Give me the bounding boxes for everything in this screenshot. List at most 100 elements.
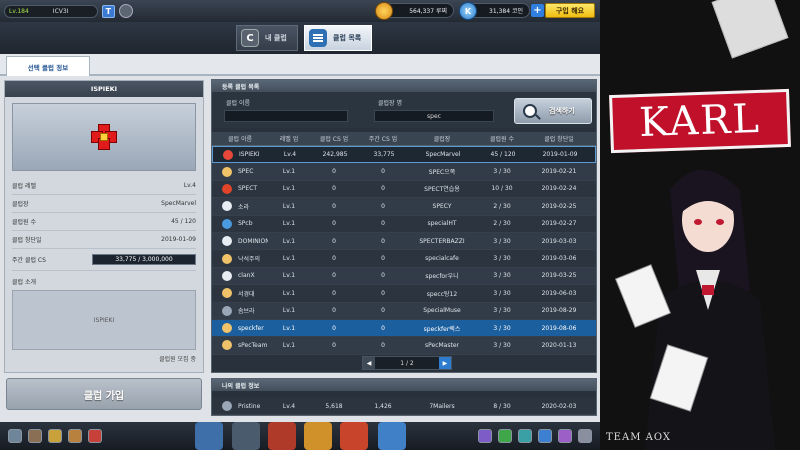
table-row[interactable]: SPcb Lv.1 0 0 specialHT 2 / 30 2019-02-27 <box>212 215 596 233</box>
garage-icon[interactable] <box>268 422 296 450</box>
main-tab-row: C 내 클럽 클럽 목록 <box>0 22 600 54</box>
club-cs-cell: 0 <box>332 220 336 228</box>
club-date-cell: 2019-03-03 <box>541 237 577 245</box>
club-master-cell: speckfer렉스 <box>423 325 461 333</box>
table-row[interactable]: sPecTeam Lv.1 0 0 sPecMaster 3 / 30 2020-01-13 <box>212 337 596 355</box>
lucci-display: 564,337 루찌 <box>375 2 454 20</box>
my-club-row[interactable]: Pristine Lv.4 5,618 1,426 7Mailers 8 / 3… <box>212 398 596 416</box>
club-emblem-icon <box>222 236 232 247</box>
join-club-button[interactable]: 클럽 가입 <box>6 378 202 410</box>
club-master-cell: SPEC으쪽 <box>428 169 456 177</box>
mail-icon[interactable] <box>88 429 102 443</box>
coin-amount: 31,384 코인 <box>489 8 523 15</box>
club-date-cell: 2019-02-24 <box>541 185 577 193</box>
chat-icon[interactable] <box>48 429 62 443</box>
inventory-icon[interactable] <box>68 429 82 443</box>
club-emblem-icon <box>222 201 232 212</box>
search-button[interactable]: 검색하기 <box>514 98 592 124</box>
club-cs-cell: 242,985 <box>322 151 348 159</box>
club-master-cell: specialcafe <box>425 255 459 263</box>
event-icon[interactable] <box>478 429 492 443</box>
table-row[interactable]: 소라 Lv.1 0 0 SPECY 2 / 30 2019-02-25 <box>212 198 596 216</box>
ranking-icon[interactable] <box>558 429 572 443</box>
tab-club-list-label: 클럽 목록 <box>333 34 362 42</box>
club-weekly-cell: 0 <box>381 324 385 332</box>
table-row[interactable]: ISPIEKI Lv.4 242,985 33,775 SpecMarvel 45 / 1… <box>212 146 596 164</box>
club-members-cell: 3 / 30 <box>493 237 511 245</box>
master-name-label: 클럽장 명 <box>378 100 402 107</box>
search-icon <box>523 104 537 118</box>
club-cs-cell: 0 <box>332 272 336 280</box>
tab-my-club-label: 내 클럽 <box>265 34 287 42</box>
club-name-text: ISPIEKI <box>239 151 260 159</box>
club-level-cell: Lv.1 <box>282 220 296 228</box>
info-row-members: 클럽원 수 45 / 120 <box>12 213 196 231</box>
settings-cube-icon[interactable] <box>118 4 133 18</box>
club-list-panel: 등록 클럽 목록 클럽 이름 클럽장 명 spec 검색하기 클럽 이름 레벨 … <box>211 79 597 373</box>
table-row[interactable]: 솜브라 Lv.1 0 0 SpecialMuse 3 / 30 2019-08-29 <box>212 302 596 320</box>
my-club-members: 8 / 30 <box>493 402 511 410</box>
alert-icon[interactable] <box>498 429 512 443</box>
table-row[interactable]: speckfer Lv.1 0 0 speckfer렉스 3 / 30 2019-08-06 <box>212 319 596 338</box>
shop-icon[interactable] <box>304 422 332 450</box>
list-icon <box>309 29 327 47</box>
buy-button[interactable]: 구입 해요 <box>545 3 595 18</box>
master-name-input[interactable]: spec <box>374 110 494 122</box>
club-members-cell: 3 / 30 <box>493 289 511 297</box>
club-emblem-icon <box>222 183 232 194</box>
next-page-button[interactable]: ▶ <box>438 357 451 369</box>
tab-selected-club-info[interactable]: 선택 클럽 정보 <box>6 56 90 76</box>
add-coin-button[interactable]: + <box>531 4 544 17</box>
table-row[interactable]: 낙석주의 Lv.1 0 0 specialcafe 3 / 30 2019-03-06 <box>212 250 596 268</box>
tab-my-club[interactable]: C 내 클럽 <box>236 25 298 51</box>
toolbox-icon[interactable] <box>340 422 368 450</box>
community-icon[interactable] <box>538 429 552 443</box>
club-level-cell: Lv.1 <box>282 255 296 263</box>
info-label: 클럽원 수 <box>12 219 36 226</box>
info-label: 클럽장 <box>12 201 29 208</box>
friends-icon[interactable] <box>518 429 532 443</box>
club-level-cell: Lv.1 <box>282 307 296 315</box>
club-name-cell: speckfer <box>212 323 268 334</box>
kart-icon[interactable] <box>195 422 223 450</box>
table-row[interactable]: SPEC Lv.1 0 0 SPEC으쪽 3 / 30 2019-02-21 <box>212 163 596 181</box>
club-members-cell: 2 / 30 <box>493 202 511 210</box>
club-weekly-cell: 0 <box>381 307 385 315</box>
club-level-cell: Lv.1 <box>282 341 296 349</box>
club-name-text: SPECT <box>238 185 258 193</box>
club-name-cell: ISPIEKI <box>213 149 269 160</box>
club-master-cell: SPECT연습용 <box>424 186 460 194</box>
prev-page-button[interactable]: ◀ <box>363 357 375 369</box>
table-row[interactable]: 서경대 Lv.1 0 0 specc탕12 3 / 30 2019-06-03 <box>212 285 596 303</box>
club-name-cell: sPecTeam <box>212 340 268 351</box>
club-emblem-icon <box>222 166 232 177</box>
club-name-text: SPEC <box>238 168 254 176</box>
options-gear-icon[interactable] <box>578 429 592 443</box>
club-name-label: 클럽 이름 <box>226 100 250 107</box>
my-club-panel: 나의 클럽 정보 Pristine Lv.4 5,618 1,426 7Mail… <box>211 378 597 416</box>
tab-club-list[interactable]: 클럽 목록 <box>304 25 373 51</box>
game-window: Lv.184 ICV3I T 564,337 루찌 K 31,384 코인 + … <box>0 0 600 450</box>
speedometer-icon[interactable] <box>232 422 260 450</box>
table-row[interactable]: SPECT Lv.1 0 0 SPECT연습용 10 / 30 2019-02-24 <box>212 180 596 199</box>
profile-pill[interactable]: Lv.184 ICV3I <box>4 4 98 18</box>
club-table-body: ISPIEKI Lv.4 242,985 33,775 SpecMarvel 45 / 1… <box>212 146 596 355</box>
level-text: Lv.184 <box>9 7 29 15</box>
club-weekly-cell: 0 <box>381 289 385 297</box>
club-c-icon: C <box>241 29 259 47</box>
club-name-text: speckfer <box>238 324 264 332</box>
table-row[interactable]: clanX Lv.1 0 0 specfor우니 3 / 30 2019-03-25 <box>212 267 596 286</box>
stream-overlay-art: KARL TEAM AOX <box>600 0 800 450</box>
club-building-icon[interactable] <box>378 422 406 450</box>
club-level-cell: Lv.4 <box>283 151 297 159</box>
page-indicator: 1 / 2 <box>400 359 414 367</box>
my-club-name-text: Pristine <box>238 402 261 410</box>
t-button[interactable]: T <box>101 4 115 18</box>
table-row[interactable]: DOMINION Lv.1 0 0 SPECTERBAZZI 3 / 30 2019-03-… <box>212 232 596 251</box>
club-date-cell: 2019-06-03 <box>541 289 577 297</box>
club-name-input[interactable] <box>224 110 348 122</box>
settings-icon[interactable] <box>8 429 22 443</box>
home-icon[interactable] <box>28 429 42 443</box>
info-row-master: 클럽장 SpecMarvel <box>12 195 196 213</box>
club-name-cell: 솜브라 <box>212 305 268 316</box>
